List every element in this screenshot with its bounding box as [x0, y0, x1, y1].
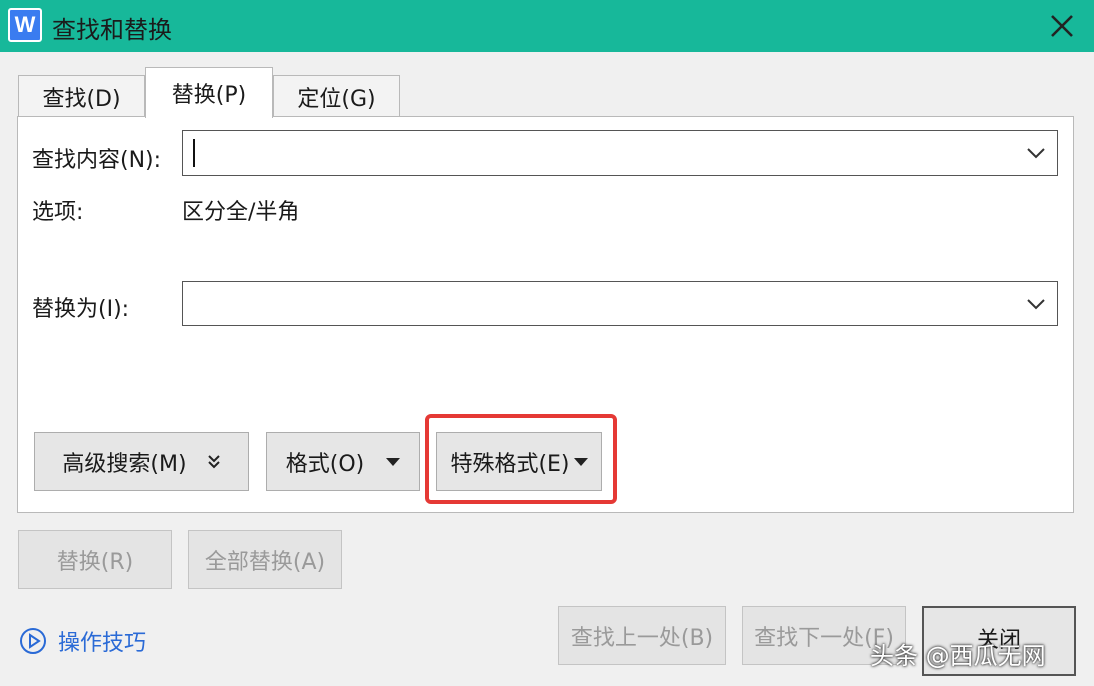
wps-app-icon: W: [8, 8, 42, 42]
tab-find[interactable]: 查找(D): [18, 75, 145, 117]
window-title: 查找和替换: [52, 16, 172, 44]
tab-goto[interactable]: 定位(G): [273, 75, 400, 117]
title-bar: W 查找和替换: [0, 0, 1094, 52]
close-icon[interactable]: [1044, 8, 1080, 44]
chevron-down-icon[interactable]: [1025, 144, 1047, 162]
tips-label: 操作技巧: [58, 631, 147, 656]
chevron-down-icon[interactable]: [1025, 295, 1047, 313]
format-button[interactable]: 格式(O): [266, 432, 420, 491]
replace-all-button[interactable]: 全部替换(A): [188, 530, 342, 589]
double-chevron-down-icon: [207, 454, 220, 468]
tab-replace[interactable]: 替换(P): [145, 67, 273, 118]
play-circle-icon: [20, 628, 46, 654]
options-label: 选项:: [32, 200, 84, 225]
find-label: 查找内容(N):: [32, 148, 162, 173]
advanced-search-button[interactable]: 高级搜索(M): [34, 432, 249, 491]
replace-label: 替换为(I):: [32, 297, 130, 322]
options-value: 区分全/半角: [182, 200, 300, 225]
find-input[interactable]: [182, 130, 1058, 176]
dropdown-arrow-icon: [386, 457, 401, 466]
find-previous-button[interactable]: 查找上一处(B): [558, 606, 726, 665]
advanced-search-label: 高级搜索(M): [62, 451, 187, 477]
format-label: 格式(O): [285, 451, 365, 477]
tips-link[interactable]: 操作技巧: [18, 625, 146, 657]
replace-button[interactable]: 替换(R): [18, 530, 172, 589]
watermark: 头条 @西瓜无网: [870, 642, 1046, 670]
replace-input[interactable]: [182, 281, 1058, 326]
highlight-box: [425, 414, 617, 504]
text-cursor: [193, 139, 195, 167]
